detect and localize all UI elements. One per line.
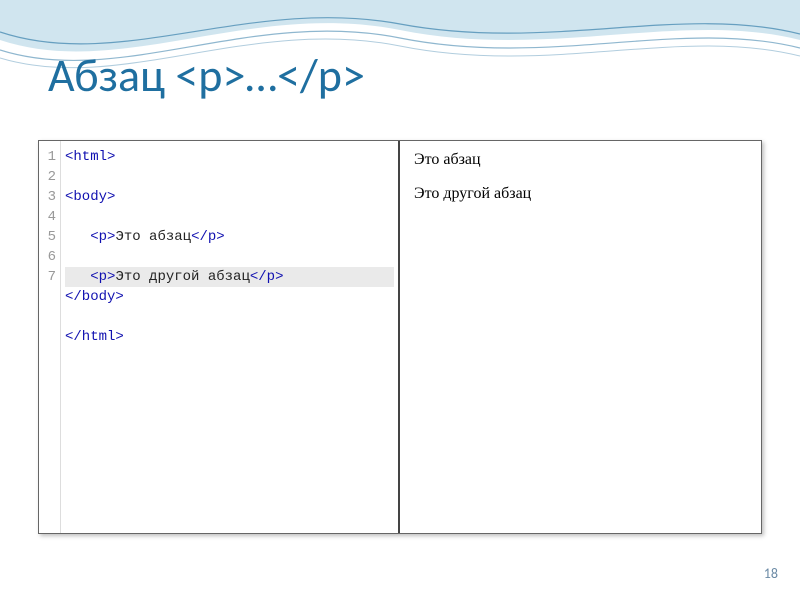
code-line [65,367,394,387]
tag-token: <p> [90,269,115,285]
tag-token: </body> [65,289,124,305]
text-token: Это абзац [115,229,191,245]
code-line: </body> [65,287,394,307]
tag-token: </p> [191,229,225,245]
code-line: <p>Это абзац</p> [65,227,394,247]
slide-title: Абзац <p>…</p> [48,48,365,104]
line-number: 1 [39,147,56,167]
preview-pane: Это абзац Это другой абзац [400,141,761,533]
tag-token: <body> [65,189,115,205]
tag-token: </html> [65,329,124,345]
code-line: </html> [65,327,394,347]
line-number: 5 [39,227,56,247]
preview-paragraph-2: Это другой абзац [414,185,747,203]
line-number: 3 [39,187,56,207]
line-number: 7 [39,267,56,287]
editor-frame: 1234567 <html> <body> <p>Это абзац</p> <… [38,140,762,534]
code-pane: 1234567 <html> <body> <p>Это абзац</p> <… [39,141,400,533]
preview-paragraph-1: Это абзац [414,151,747,169]
page-number: 18 [764,565,778,582]
line-number-gutter: 1234567 [39,141,61,533]
tag-token: <p> [90,229,115,245]
code-line: <body> [65,187,394,207]
tag-token: <html> [65,149,115,165]
code-lines: <html> <body> <p>Это абзац</p> <p>Это др… [61,141,398,533]
code-line: <p>Это другой абзац</p> [65,267,394,287]
line-number: 4 [39,207,56,227]
line-number: 6 [39,247,56,267]
text-token: Это другой абзац [115,269,249,285]
line-number: 2 [39,167,56,187]
tag-token: </p> [250,269,284,285]
code-line: <html> [65,147,394,167]
